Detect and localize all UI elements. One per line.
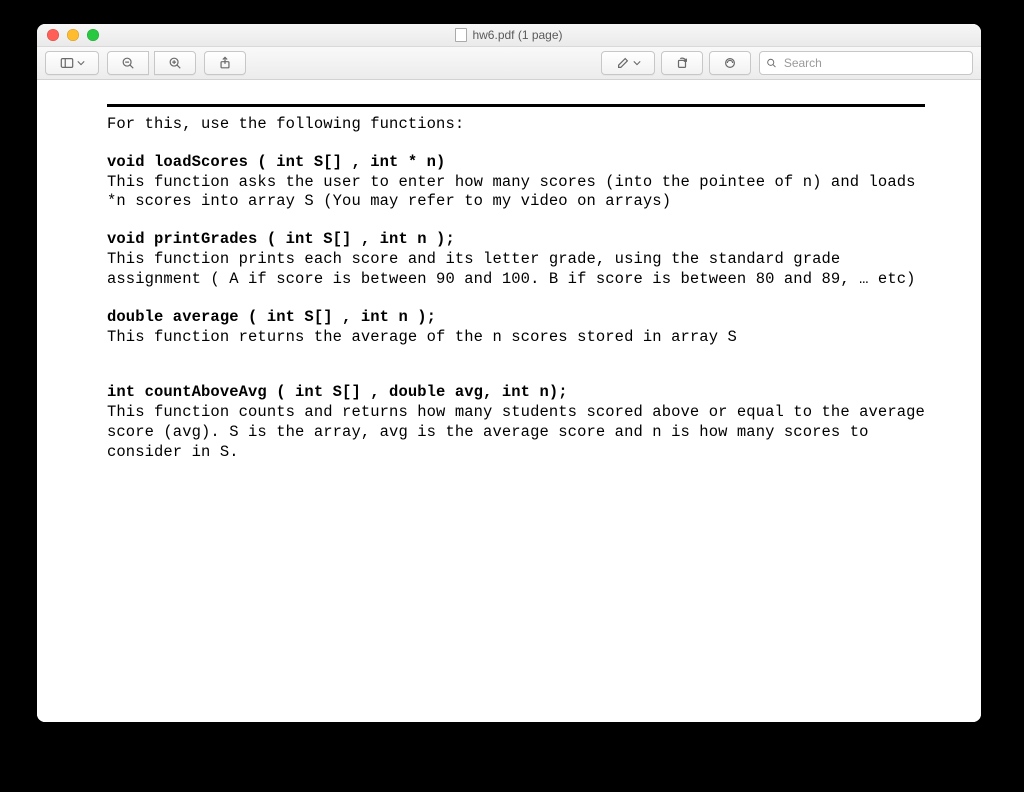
chevron-down-icon <box>633 59 641 67</box>
function-description: This function counts and returns how man… <box>107 403 925 462</box>
sidebar-icon <box>60 56 74 70</box>
horizontal-rule <box>107 104 925 107</box>
page-1: For this, use the following functions: v… <box>37 80 981 722</box>
window-title: hw6.pdf (1 page) <box>472 28 562 42</box>
markup-button[interactable] <box>601 51 655 75</box>
search-icon <box>766 57 777 69</box>
rotate-button[interactable] <box>661 51 703 75</box>
titlebar: hw6.pdf (1 page) <box>37 24 981 47</box>
window-controls <box>47 29 99 41</box>
preview-window: hw6.pdf (1 page) <box>37 24 981 722</box>
function-signature: void loadScores ( int S[] , int * n) <box>107 153 925 173</box>
function-block-loadscores: void loadScores ( int S[] , int * n) Thi… <box>107 153 925 212</box>
chevron-down-icon <box>77 59 85 67</box>
document-viewport[interactable]: For this, use the following functions: v… <box>37 80 981 722</box>
document-icon <box>455 28 467 42</box>
function-signature: void printGrades ( int S[] , int n ); <box>107 230 925 250</box>
function-block-average: double average ( int S[] , int n ); This… <box>107 308 925 348</box>
zoom-out-button[interactable] <box>107 51 149 75</box>
search-input[interactable] <box>782 55 966 71</box>
document-body: For this, use the following functions: v… <box>107 115 925 463</box>
zoom-in-icon <box>168 56 182 70</box>
rotate-icon <box>675 56 689 70</box>
share-icon <box>218 56 232 70</box>
minimize-window-button[interactable] <box>67 29 79 41</box>
toolbar <box>37 47 981 80</box>
share-button[interactable] <box>204 51 246 75</box>
pencil-icon <box>616 56 630 70</box>
marker-icon <box>723 56 737 70</box>
search-field[interactable] <box>759 51 973 75</box>
intro-text: For this, use the following functions: <box>107 115 925 135</box>
zoom-window-button[interactable] <box>87 29 99 41</box>
function-description: This function prints each score and its … <box>107 250 925 290</box>
function-signature: double average ( int S[] , int n ); <box>107 308 925 328</box>
zoom-in-button[interactable] <box>154 51 196 75</box>
sidebar-toggle-button[interactable] <box>45 51 99 75</box>
window-title-group: hw6.pdf (1 page) <box>455 28 562 42</box>
close-window-button[interactable] <box>47 29 59 41</box>
function-description: This function returns the average of the… <box>107 328 925 348</box>
function-block-countaboveavg: int countAboveAvg ( int S[] , double avg… <box>107 383 925 462</box>
highlight-button[interactable] <box>709 51 751 75</box>
function-block-printgrades: void printGrades ( int S[] , int n ); Th… <box>107 230 925 289</box>
function-description: This function asks the user to enter how… <box>107 173 925 213</box>
function-signature: int countAboveAvg ( int S[] , double avg… <box>107 383 925 403</box>
zoom-out-icon <box>121 56 135 70</box>
